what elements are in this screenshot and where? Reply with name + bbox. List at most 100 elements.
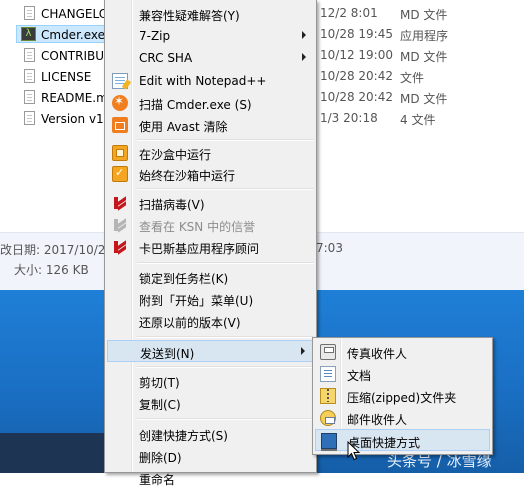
menu-item-label: 发送到(N): [140, 347, 195, 361]
submenu-arrow-icon: [302, 53, 306, 61]
submenu-item-label: 邮件收件人: [347, 413, 408, 427]
context-menu: 兼容性疑难解答(Y) 7-Zip CRC SHA Edit with Notep…: [104, 0, 317, 487]
menu-item-label: 扫描 Cmder.exe (S): [139, 98, 252, 112]
sandbox-always-icon: [112, 166, 128, 182]
kaspersky-ksn-icon: [112, 217, 128, 233]
document-icon: [24, 90, 35, 104]
file-type: 4 文件: [400, 113, 436, 127]
menu-item-label: 扫描病毒(V): [139, 198, 205, 212]
zip-folder-icon: [320, 388, 336, 404]
menu-item-scan-virus[interactable]: 扫描病毒(V): [107, 192, 314, 214]
menu-item-kaspersky-advisor[interactable]: 卡巴斯基应用程序顾问: [107, 236, 314, 258]
fax-icon: [320, 344, 336, 360]
file-name-cell: README.m: [16, 88, 109, 106]
kaspersky-advisor-icon: [112, 239, 128, 255]
documents-icon: [320, 366, 336, 382]
menu-item-label: 使用 Avast 清除: [139, 120, 228, 134]
document-icon: [24, 6, 35, 20]
file-date: 1/3 20:18: [320, 111, 378, 125]
menu-item-crc-sha[interactable]: CRC SHA: [107, 47, 314, 69]
file-name: CONTRIBU: [41, 49, 105, 63]
file-type: 文件: [400, 71, 425, 85]
submenu-item-label: 传真收件人: [347, 347, 408, 361]
file-date: 10/28 19:45: [320, 27, 393, 41]
submenu-item-label: 压缩(zipped)文件夹: [347, 391, 457, 405]
menu-item-restore-versions[interactable]: 还原以前的版本(V): [107, 310, 314, 332]
file-name: LICENSE: [41, 70, 92, 84]
detail-size: 大小: 126 KB: [14, 263, 89, 277]
menu-item-avast-scan[interactable]: 扫描 Cmder.exe (S): [107, 92, 314, 114]
send-to-mail[interactable]: 邮件收件人: [315, 407, 490, 429]
detail-modified-time: 7:03: [316, 241, 343, 255]
file-name-cell: Version v1.: [16, 109, 109, 127]
menu-item-edit-notepad[interactable]: Edit with Notepad++: [107, 70, 314, 92]
menu-item-delete[interactable]: 删除(D): [107, 445, 314, 467]
menu-item-label: CRC SHA: [139, 51, 193, 65]
send-to-zip-folder[interactable]: 压缩(zipped)文件夹: [315, 385, 490, 407]
menu-separator: [137, 366, 314, 368]
menu-item-copy[interactable]: 复制(C): [107, 392, 314, 414]
menu-item-label: 7-Zip: [139, 29, 171, 43]
file-type: MD 文件: [400, 8, 448, 22]
send-to-desktop-shortcut[interactable]: 桌面快捷方式: [315, 429, 490, 451]
send-to-documents[interactable]: 文档: [315, 363, 490, 385]
file-date: 10/28 20:42: [320, 69, 393, 83]
menu-item-compat-troubleshoot[interactable]: 兼容性疑难解答(Y): [107, 3, 314, 25]
menu-item-avast-clean[interactable]: 使用 Avast 清除: [107, 114, 314, 136]
menu-item-pin-start[interactable]: 附到「开始」菜单(U): [107, 288, 314, 310]
menu-separator: [137, 262, 314, 264]
send-to-fax[interactable]: 传真收件人: [315, 341, 490, 363]
file-name-cell: λ Cmder.exe: [16, 25, 109, 43]
taskbar[interactable]: [0, 433, 110, 473]
mouse-cursor-icon: [347, 441, 361, 461]
file-type: MD 文件: [400, 50, 448, 64]
file-date: 10/12 19:00: [320, 48, 393, 62]
menu-item-label: Edit with Notepad++: [139, 74, 267, 88]
menu-item-label: 删除(D): [139, 451, 182, 465]
menu-item-run-sandbox[interactable]: 在沙盒中运行: [107, 142, 314, 164]
menu-item-always-sandbox[interactable]: 始终在沙箱中运行: [107, 163, 314, 185]
menu-item-label: 始终在沙箱中运行: [139, 169, 236, 183]
menu-item-rename[interactable]: 重命名: [107, 467, 314, 489]
file-name: Version v1.: [41, 112, 108, 126]
menu-item-create-shortcut[interactable]: 创建快捷方式(S): [107, 423, 314, 445]
file-date: 12/2 8:01: [320, 6, 378, 20]
document-icon: [24, 69, 35, 83]
notepad-plus-plus-icon: [112, 73, 128, 89]
menu-separator: [137, 188, 314, 190]
detail-modified-date: 改日期: 2017/10/2: [0, 243, 106, 257]
menu-item-label: 卡巴斯基应用程序顾问: [139, 242, 260, 256]
file-name-cell: CONTRIBU: [16, 46, 109, 64]
menu-separator: [137, 418, 314, 420]
menu-item-label: 创建快捷方式(S): [139, 429, 228, 443]
kaspersky-icon: [112, 195, 128, 211]
menu-item-label: 附到「开始」菜单(U): [139, 294, 254, 308]
menu-item-label: 剪切(T): [139, 376, 180, 390]
menu-item-label: 在沙盒中运行: [139, 148, 212, 162]
menu-separator: [137, 139, 314, 141]
file-name: Cmder.exe: [41, 28, 106, 42]
menu-item-send-to[interactable]: 发送到(N): [107, 340, 314, 362]
sandbox-icon: [112, 145, 128, 161]
menu-item-ksn-reputation[interactable]: 查看在 KSN 中的信誉: [107, 214, 314, 236]
desktop-shortcut-icon: [321, 433, 337, 451]
menu-item-label: 兼容性疑难解答(Y): [139, 9, 240, 23]
menu-item-pin-taskbar[interactable]: 锁定到任务栏(K): [107, 266, 314, 288]
cmder-icon: λ: [21, 27, 36, 41]
menu-item-cut[interactable]: 剪切(T): [107, 370, 314, 392]
avast-scan-icon: [112, 94, 128, 111]
document-icon: [24, 48, 35, 62]
menu-item-label: 复制(C): [139, 398, 181, 412]
submenu-arrow-icon: [301, 347, 305, 355]
file-name-cell: LICENSE: [16, 67, 109, 85]
menu-item-label: 还原以前的版本(V): [139, 316, 241, 330]
file-type: 应用程序: [400, 29, 449, 43]
document-icon: [24, 111, 35, 125]
file-date: 10/28 20:42: [320, 90, 393, 104]
submenu-item-label: 文档: [347, 369, 372, 383]
menu-item-label: 锁定到任务栏(K): [139, 272, 229, 286]
avast-clean-icon: [112, 117, 128, 133]
menu-item-7zip[interactable]: 7-Zip: [107, 25, 314, 47]
menu-item-label: 查看在 KSN 中的信誉: [139, 220, 256, 234]
file-name-cell: CHANGELOG: [16, 4, 117, 22]
